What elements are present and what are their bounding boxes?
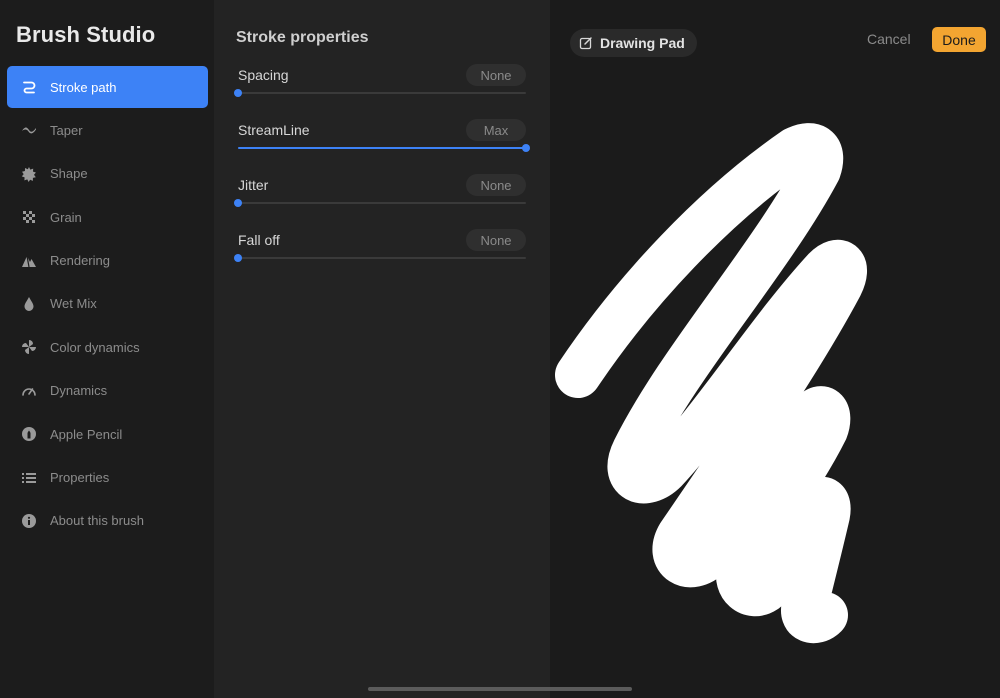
color-dynamics-icon: [20, 338, 38, 356]
sidebar-item-color-dynamics[interactable]: Color dynamics: [7, 326, 208, 368]
sidebar-item-shape[interactable]: Shape: [7, 153, 208, 195]
sidebar-item-taper[interactable]: Taper: [7, 109, 208, 151]
sidebar-item-grain[interactable]: Grain: [7, 196, 208, 238]
jitter-slider-thumb[interactable]: [234, 199, 242, 207]
sidebar-item-label: Rendering: [50, 253, 110, 269]
drawing-pad-badge[interactable]: Drawing Pad: [570, 29, 697, 57]
spacing-value[interactable]: None: [466, 64, 526, 86]
taper-icon: [20, 121, 38, 139]
sidebar: Brush Studio Stroke path Taper Shape Gra…: [0, 0, 214, 698]
stroke-properties-panel: Stroke properties Spacing None StreamLin…: [214, 0, 550, 698]
wet-mix-icon: [20, 295, 38, 313]
sidebar-item-rendering[interactable]: Rendering: [7, 240, 208, 282]
sidebar-item-label: Grain: [50, 209, 82, 225]
brush-studio-app: Brush Studio Stroke path Taper Shape Gra…: [0, 0, 1000, 698]
streamline-label: StreamLine: [238, 122, 310, 138]
sidebar-item-label: Shape: [50, 166, 88, 182]
streamline-slider-fill: [238, 147, 526, 149]
sidebar-item-wet-mix[interactable]: Wet Mix: [7, 283, 208, 325]
home-indicator: [368, 687, 632, 691]
streamline-slider[interactable]: [238, 144, 530, 152]
sidebar-item-label: Stroke path: [50, 79, 117, 95]
streamline-value[interactable]: Max: [466, 119, 526, 141]
spacing-slider-thumb[interactable]: [234, 89, 242, 97]
drawing-pad[interactable]: Drawing Pad Cancel Done: [550, 0, 1000, 698]
sidebar-item-label: Properties: [50, 470, 110, 486]
spacing-control: Spacing None: [234, 64, 526, 107]
fall-off-label: Fall off: [238, 232, 280, 248]
fall-off-slider-thumb[interactable]: [234, 254, 242, 262]
grain-icon: [20, 208, 38, 226]
dynamics-icon: [20, 382, 38, 400]
streamline-slider-thumb[interactable]: [522, 144, 530, 152]
sidebar-nav: Stroke path Taper Shape Grain Rendering …: [7, 66, 208, 543]
app-title: Brush Studio: [16, 22, 156, 47]
cancel-button[interactable]: Cancel: [867, 31, 911, 47]
streamline-control: StreamLine Max: [238, 119, 530, 162]
sidebar-item-dynamics[interactable]: Dynamics: [7, 370, 208, 412]
sidebar-item-about-this-brush[interactable]: About this brush: [7, 500, 208, 542]
stroke-path-icon: [20, 78, 38, 96]
sidebar-item-label: Color dynamics: [50, 339, 140, 355]
sidebar-item-label: About this brush: [50, 513, 144, 529]
done-button[interactable]: Done: [932, 27, 986, 52]
jitter-control: Jitter None: [234, 174, 526, 217]
fall-off-slider[interactable]: [234, 254, 526, 262]
jitter-label: Jitter: [238, 177, 269, 193]
apple-pencil-icon: [20, 425, 38, 443]
spacing-label: Spacing: [238, 67, 289, 83]
shape-icon: [20, 165, 38, 183]
sidebar-item-label: Apple Pencil: [50, 426, 123, 442]
sidebar-item-properties[interactable]: Properties: [7, 457, 208, 499]
sidebar-item-stroke-path[interactable]: Stroke path: [7, 66, 208, 108]
brush-stroke: [555, 123, 867, 644]
sidebar-item-apple-pencil[interactable]: Apple Pencil: [7, 413, 208, 455]
jitter-value[interactable]: None: [466, 174, 526, 196]
jitter-slider[interactable]: [234, 199, 526, 207]
panel-title: Stroke properties: [236, 29, 369, 46]
fall-off-value[interactable]: None: [466, 229, 526, 251]
edit-icon: [579, 37, 592, 50]
info-icon: [20, 512, 38, 530]
sidebar-item-label: Wet Mix: [50, 296, 97, 312]
spacing-slider[interactable]: [234, 89, 526, 97]
sidebar-item-label: Taper: [50, 122, 83, 138]
fall-off-control: Fall off None: [234, 229, 526, 272]
drawing-pad-title: Drawing Pad: [600, 35, 685, 51]
properties-icon: [20, 469, 38, 487]
rendering-icon: [20, 252, 38, 270]
sidebar-item-label: Dynamics: [50, 383, 108, 399]
